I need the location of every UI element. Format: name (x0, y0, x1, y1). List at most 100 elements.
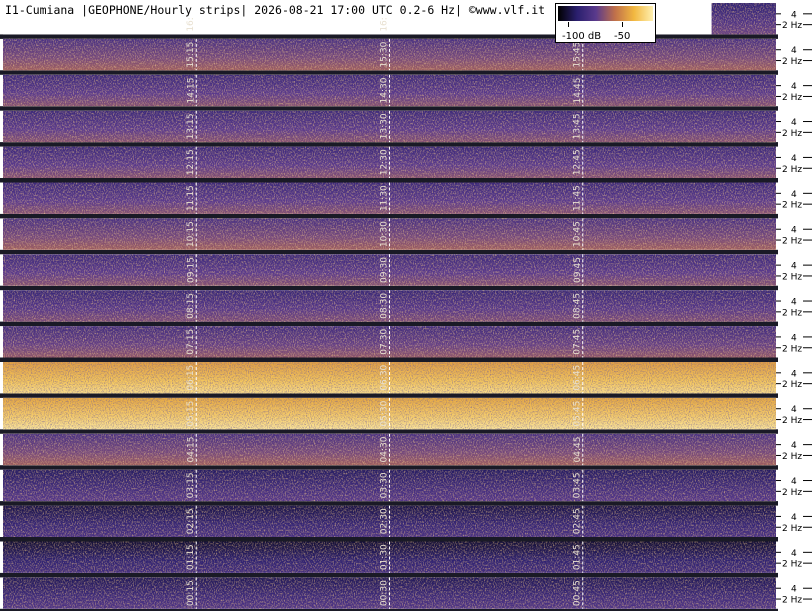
minute-tick-label: 14:15 (186, 78, 196, 104)
minute-tick-label: 12:30 (380, 149, 390, 175)
strip-separator (0, 429, 778, 434)
colorbar-max-label: -50 (614, 31, 631, 42)
freq-tick-label: 4 (791, 154, 797, 164)
minute-tick-label: 06:15 (186, 365, 196, 391)
freq-tick-label: 4 (791, 585, 797, 595)
minute-tick-label: 12:15 (186, 149, 196, 175)
freq-tick-label: 4 (791, 405, 797, 415)
freq-tick-label: 4 (791, 262, 797, 272)
freq-tick-label: 2 Hz (782, 237, 802, 247)
minute-tick-label: 04:45 (573, 437, 583, 463)
minute-tick-label: 05:45 (573, 401, 583, 427)
minute-tick-label: 03:45 (573, 472, 583, 498)
freq-tick-label: 2 Hz (782, 596, 802, 606)
freq-tick-label: 2 Hz (782, 129, 802, 139)
strip-separator (0, 357, 778, 362)
minute-tick-label: 02:45 (573, 508, 583, 534)
hour-strips: 16:15 16:3015:15 15:30 15:4514:15 14:30 14:45… (0, 3, 778, 611)
minute-tick-label: 03:30 (380, 472, 390, 498)
minute-tick-label: 14:30 (380, 77, 390, 103)
minute-tick-label: 10:45 (573, 221, 583, 247)
strip-separator (0, 178, 778, 183)
freq-tick-label: 4 (791, 46, 797, 56)
freq-tick-label: 2 Hz (782, 344, 802, 354)
minute-tick-label: 15:45 (573, 42, 583, 68)
colorbar-tick-min (568, 22, 569, 27)
colorbar-tick-max (622, 22, 623, 27)
minute-tick-label: 02:30 (380, 508, 390, 534)
freq-tick-label: 2 Hz (782, 57, 802, 67)
freq-tick-label: 4 (791, 226, 797, 236)
minute-tick-label: 13:45 (573, 113, 583, 139)
freq-tick-label: 4 (791, 477, 797, 487)
freq-tick-label: 2 Hz (782, 308, 802, 318)
minute-tick-label: 08:30 (380, 293, 390, 319)
minute-tick-label: 06:30 (380, 364, 390, 390)
freq-tick-label: 4 (791, 298, 797, 308)
freq-tick-label: 2 Hz (782, 488, 802, 498)
minute-tick-label: 04:15 (186, 437, 196, 463)
freq-tick-label: 4 (791, 333, 797, 343)
minute-tick-label: 13:15 (186, 113, 196, 139)
strip-separator (0, 465, 778, 470)
chart-title: I1-Cumiana |GEOPHONE/Hourly strips| 2026… (3, 3, 548, 18)
minute-tick-label: 11:45 (573, 185, 583, 211)
strip-separator (0, 213, 778, 219)
minute-tick-label: 05:15 (186, 401, 196, 427)
freq-tick-label: 4 (791, 369, 797, 379)
minute-tick-label: 11:30 (380, 185, 390, 211)
strip-separator (0, 285, 778, 291)
freq-tick-label: 4 (791, 549, 797, 559)
colorbar-min-label: -100 dB (562, 31, 602, 42)
minute-tick-label: 15:15 (186, 42, 196, 68)
colorbar-swatch (558, 6, 653, 21)
freq-tick-label: 4 (791, 190, 797, 200)
strip-separator (0, 249, 778, 255)
freq-tick-label: 2 Hz (782, 452, 802, 462)
minute-tick-label: 13:30 (380, 113, 390, 139)
strip-separator (0, 537, 778, 542)
minute-tick-label: 02:15 (186, 508, 196, 534)
freq-tick-label: 4 (791, 513, 797, 523)
minute-tick-label: 10:30 (380, 221, 390, 247)
freq-tick-label: 2 Hz (782, 21, 802, 31)
freq-tick-label: 2 Hz (782, 380, 802, 390)
freq-tick-label: 4 (791, 441, 797, 451)
minute-tick-label: 00:45 (573, 580, 583, 606)
frequency-axis: 42 Hz42 Hz42 Hz42 Hz42 Hz42 Hz42 Hz42 Hz… (776, 10, 812, 606)
minute-tick-label: 07:45 (573, 329, 583, 355)
minute-tick-label: 14:45 (573, 78, 583, 104)
minute-tick-label: 10:15 (186, 221, 196, 247)
strip-separator (0, 106, 778, 111)
minute-tick-label: 09:45 (573, 257, 583, 283)
minute-tick-label: 01:15 (186, 544, 196, 570)
minute-tick-label: 00:30 (380, 580, 390, 606)
freq-tick-label: 4 (791, 10, 797, 20)
minute-tick-label: 07:15 (186, 329, 196, 355)
minute-tick-label: 09:15 (186, 257, 196, 283)
minute-tick-label: 00:15 (186, 580, 196, 606)
freq-tick-label: 2 Hz (782, 560, 802, 570)
colorbar-legend: -100 dB -50 (555, 3, 656, 43)
minute-tick-label: 11:15 (186, 185, 196, 211)
minute-tick-label: 01:30 (380, 544, 390, 570)
colorbar-gradient (558, 6, 653, 21)
minute-tick-label: 03:15 (186, 472, 196, 498)
freq-tick-label: 4 (791, 82, 797, 92)
minute-tick-label: 08:15 (186, 293, 196, 319)
freq-tick-label: 2 Hz (782, 272, 802, 282)
freq-tick-label: 2 Hz (782, 201, 802, 211)
strip-16-texture (711, 3, 776, 35)
strip-separator (0, 70, 778, 75)
minute-tick-label: 09:30 (380, 257, 390, 283)
strip-separator (0, 34, 778, 39)
minute-tick-label: 15:30 (380, 41, 390, 67)
spectrogram-chart: 16:15 16:3015:15 15:30 15:4514:15 14:30 14:45… (0, 3, 812, 611)
freq-tick-label: 2 Hz (782, 416, 802, 426)
freq-tick-label: 2 Hz (782, 165, 802, 175)
minute-tick-label: 06:45 (573, 365, 583, 391)
minute-tick-label: 08:45 (573, 293, 583, 319)
strip-separator (0, 321, 778, 327)
strip-separator (0, 142, 778, 147)
minute-tick-label: 05:30 (380, 400, 390, 426)
